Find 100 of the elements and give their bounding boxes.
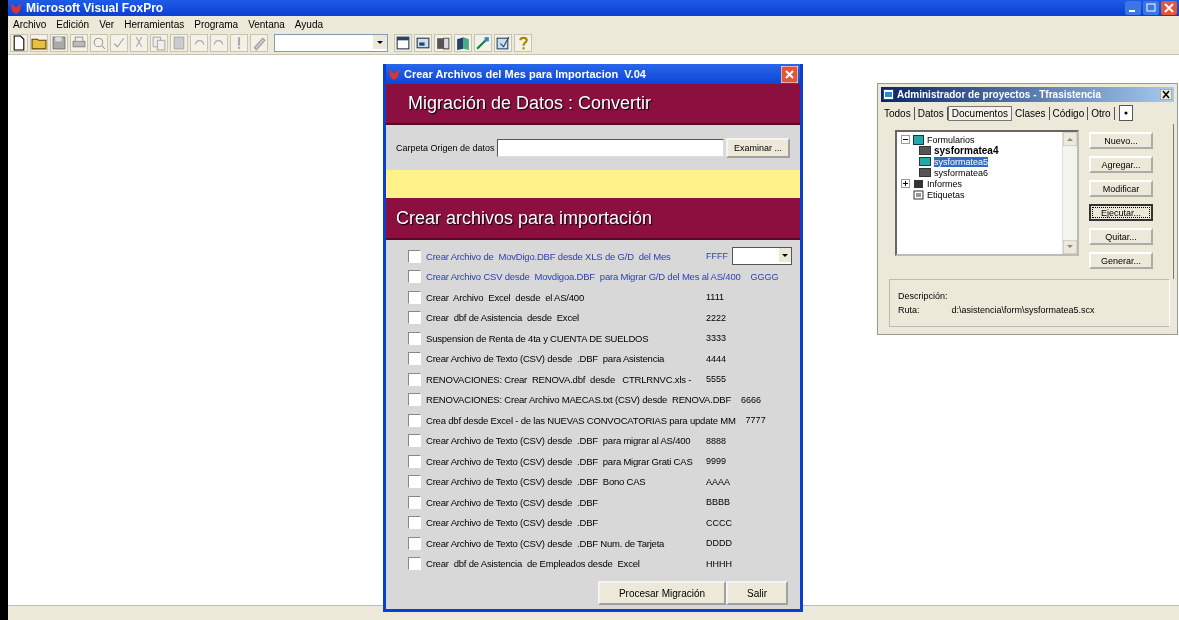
tree-item[interactable]: Informes	[927, 178, 962, 189]
option-dropdown[interactable]	[732, 247, 792, 266]
option-code: HHHH	[706, 558, 732, 569]
action-button[interactable]: Nuevo...	[1089, 132, 1153, 149]
checkbox[interactable]	[408, 290, 421, 304]
option-label[interactable]: Suspension de Renta de 4ta y CUENTA DE SUELDOS	[426, 332, 649, 344]
exclamation-icon[interactable]	[230, 34, 248, 52]
option-label[interactable]: Crear Archivo de Texto (CSV) desde .DBF	[426, 496, 598, 508]
action-button[interactable]: Quitar...	[1089, 228, 1153, 245]
checkbox[interactable]	[408, 434, 421, 448]
checkbox[interactable]	[408, 516, 421, 530]
option-label[interactable]: Crear Archivo de MovDigo.DBF desde XLS de G/D del Mes	[426, 250, 671, 262]
checkbox[interactable]	[408, 557, 421, 571]
scroll-down-icon[interactable]	[1063, 240, 1077, 254]
option-label[interactable]: Crea dbf desde Excel - de las NUEVAS CONVOCATORIAS para update MM	[426, 414, 736, 426]
option-label[interactable]: RENOVACIONES: Crear Archivo MAECAS.txt (CSV) desde RENOVA.DBF	[426, 394, 732, 406]
collapse-icon[interactable]	[901, 135, 910, 144]
menu-item[interactable]: Archivo	[8, 18, 52, 30]
option-label[interactable]: Crear Archivo Excel desde el AS/400	[426, 291, 584, 303]
option-label[interactable]: Crear dbf de Asistencia desde Excel	[426, 312, 579, 324]
pages-icon[interactable]	[150, 34, 168, 52]
checkbox[interactable]	[408, 413, 421, 427]
tree-item[interactable]: Formularios	[927, 134, 975, 145]
option-label[interactable]: Crear Archivo de Texto (CSV) desde .DBF para Migrar Grati CAS	[426, 455, 693, 467]
option-label[interactable]: RENOVACIONES: Crear RENOVA.dbf desde CTRLRNVC.xls -	[426, 373, 692, 385]
expand-icon[interactable]	[901, 179, 910, 188]
folder-field[interactable]	[496, 138, 724, 157]
printer-icon[interactable]	[70, 34, 88, 52]
checkbox[interactable]	[408, 393, 421, 407]
checkbox[interactable]	[408, 270, 421, 284]
action-button[interactable]: Ejecutar...	[1089, 204, 1153, 221]
option-label[interactable]: Crear Archivo de Texto (CSV) desde .DBF para Asistencia	[426, 353, 665, 365]
checkbox[interactable]	[408, 331, 421, 345]
option-label[interactable]: Crear Archivo CSV desde Movdigoa.DBF para Migrar G/D del Mes al AS/400	[426, 271, 741, 283]
scissors-icon[interactable]	[130, 34, 148, 52]
checkbox[interactable]	[408, 495, 421, 509]
description-label: Descripción:	[898, 291, 949, 301]
new-document-icon[interactable]	[10, 34, 28, 52]
tab[interactable]: Clases	[1011, 106, 1050, 120]
option-code: 8888	[706, 435, 727, 446]
option-code: 1111	[706, 292, 725, 303]
tab[interactable]: Otro	[1088, 106, 1115, 120]
tab[interactable]: Código	[1049, 106, 1089, 120]
menu-item[interactable]: Edición	[51, 18, 95, 30]
option-code: GGGG	[750, 271, 779, 282]
scroll-up-icon[interactable]	[1063, 132, 1077, 146]
option-label[interactable]: Crear Archivo de Texto (CSV) desde .DBF	[426, 517, 598, 529]
pencil-icon[interactable]	[250, 34, 268, 52]
magnifier-icon[interactable]	[90, 34, 108, 52]
exit-button[interactable]: Salir	[726, 581, 788, 605]
menu-item[interactable]: Herramientas	[119, 18, 190, 30]
clipboard-icon[interactable]	[170, 34, 188, 52]
notepad-icon[interactable]	[494, 34, 512, 52]
tab[interactable]: Datos	[914, 106, 948, 120]
form-icon	[919, 157, 931, 166]
caret-icon[interactable]	[779, 248, 791, 263]
caret-icon[interactable]	[373, 35, 387, 49]
checkbox[interactable]	[408, 352, 421, 366]
option-code: 6666	[741, 394, 762, 405]
checkmark-icon[interactable]	[110, 34, 128, 52]
form-icon[interactable]	[414, 34, 432, 52]
tree-item[interactable]: sysformatea5	[934, 156, 989, 167]
tab[interactable]: Todos	[881, 106, 915, 120]
dot-icon	[1123, 111, 1128, 115]
wand-icon[interactable]	[474, 34, 492, 52]
maximize-icon[interactable]	[1143, 1, 1159, 15]
menu-item[interactable]: Programa	[189, 18, 244, 30]
action-button[interactable]: Generar...	[1089, 252, 1153, 269]
field-label: Carpeta Origen de datos	[396, 142, 495, 153]
path-label: Ruta:	[898, 305, 920, 315]
menu-item[interactable]: Ventana	[243, 18, 290, 30]
tree-item[interactable]: sysformatea4	[934, 145, 999, 156]
action-button[interactable]: Modificar	[1089, 180, 1153, 197]
checkbox[interactable]	[408, 454, 421, 468]
process-button[interactable]: Procesar Migración	[598, 581, 726, 605]
checkbox[interactable]	[408, 536, 421, 550]
close-icon[interactable]	[1160, 89, 1172, 100]
tree-item[interactable]: sysformatea6	[934, 167, 989, 178]
action-button[interactable]: Agregar...	[1089, 156, 1153, 173]
option-label[interactable]: Crear Archivo de Texto (CSV) desde .DBF Bono CAS	[426, 476, 646, 488]
form-icon	[919, 146, 931, 155]
option-code: 7777	[745, 415, 766, 426]
more-tabs-button[interactable]	[1118, 105, 1133, 121]
help-icon[interactable]	[514, 34, 532, 52]
browse-button[interactable]: Examinar ...	[726, 137, 790, 158]
menu-item[interactable]: Ver	[94, 18, 120, 30]
minimize-icon[interactable]	[1125, 1, 1141, 15]
checkbox[interactable]	[408, 475, 421, 489]
option-label[interactable]: Crear Archivo de Texto (CSV) desde .DBF Num. de Tarjeta	[426, 537, 665, 549]
tab[interactable]: Documentos	[947, 105, 1012, 121]
checkbox[interactable]	[408, 372, 421, 386]
option-label[interactable]: Crear Archivo de Texto (CSV) desde .DBF para migrar al AS/400	[426, 435, 691, 447]
checkbox[interactable]	[408, 311, 421, 325]
menu-item[interactable]: Ayuda	[289, 18, 329, 30]
tree-item[interactable]: Etiquetas	[927, 189, 965, 200]
checkbox[interactable]	[408, 249, 421, 263]
window-icon[interactable]	[394, 34, 412, 52]
disk-icon[interactable]	[50, 34, 68, 52]
option-label[interactable]: Crear dbf de Asistencia de Empleados desde Excel	[426, 558, 640, 570]
window-icon	[883, 89, 894, 100]
